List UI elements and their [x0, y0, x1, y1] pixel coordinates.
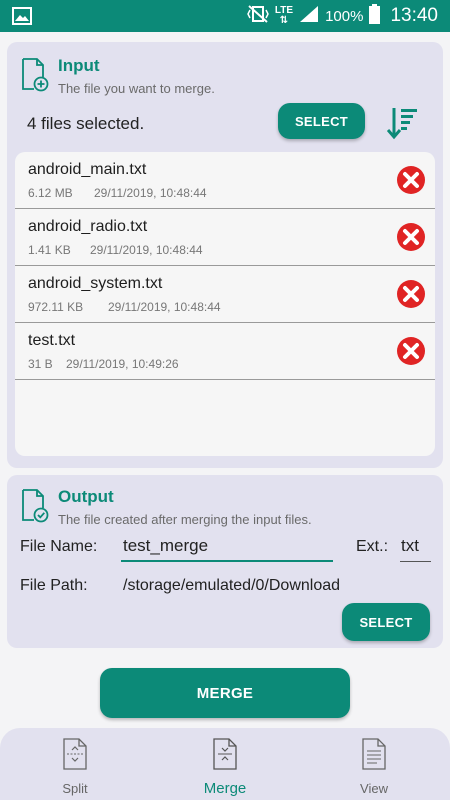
files-selected-count: 4 files selected.	[27, 114, 145, 133]
file-size: 1.41 KB	[28, 243, 71, 257]
input-card: Input The file you want to merge. 4 file…	[7, 42, 443, 468]
ext-input[interactable]: txt	[400, 530, 431, 562]
file-name: android_radio.txt	[28, 218, 148, 235]
vibrate-icon	[247, 4, 269, 28]
file-name-label: File Name:	[20, 538, 98, 555]
file-date: 29/11/2019, 10:48:44	[94, 186, 207, 200]
remove-file-icon[interactable]	[396, 279, 426, 309]
file-path-value: /storage/emulated/0/Download	[123, 577, 341, 594]
file-name: test.txt	[28, 332, 76, 349]
file-size: 31 B	[28, 357, 53, 371]
gallery-notification-icon	[12, 7, 32, 30]
select-input-button[interactable]: SELECT	[278, 103, 365, 139]
file-date: 29/11/2019, 10:48:44	[90, 243, 203, 257]
status-bar: LTE ⇅ 100% 13:40	[0, 0, 450, 32]
nav-merge[interactable]: Merge	[175, 736, 275, 797]
file-size: 6.12 MB	[28, 186, 73, 200]
lte-indicator: LTE ⇅	[274, 5, 294, 26]
file-row[interactable]: android_main.txt 6.12 MB 29/11/2019, 10:…	[15, 152, 435, 209]
remove-file-icon[interactable]	[396, 222, 426, 252]
input-subtitle: The file you want to merge.	[58, 81, 215, 96]
ext-label: Ext.:	[356, 538, 389, 555]
add-file-icon	[21, 58, 49, 97]
file-list: android_main.txt 6.12 MB 29/11/2019, 10:…	[15, 152, 435, 456]
nav-view[interactable]: View	[324, 736, 424, 796]
file-date: 29/11/2019, 10:49:26	[66, 357, 179, 371]
select-output-button[interactable]: SELECT	[342, 603, 430, 641]
file-size: 972.11 KB	[28, 300, 84, 314]
file-row[interactable]: android_system.txt 972.11 KB 29/11/2019,…	[15, 266, 435, 323]
output-file-check-icon	[21, 489, 49, 528]
file-name: android_system.txt	[28, 275, 163, 292]
file-row[interactable]: android_radio.txt 1.41 KB 29/11/2019, 10…	[15, 209, 435, 266]
output-subtitle: The file created after merging the input…	[58, 512, 312, 527]
nav-label: View	[360, 781, 388, 796]
file-name-input[interactable]: test_merge	[121, 530, 333, 562]
nav-label: Split	[62, 781, 88, 796]
remove-file-icon[interactable]	[396, 165, 426, 195]
nav-split[interactable]: Split	[25, 736, 125, 796]
nav-label: Merge	[203, 780, 247, 797]
input-title: Input	[58, 56, 100, 75]
merge-button[interactable]: MERGE	[100, 668, 350, 718]
clock: 13:40	[390, 5, 438, 26]
merge-file-icon	[213, 738, 237, 775]
file-date: 29/11/2019, 10:48:44	[108, 300, 221, 314]
file-path-label: File Path:	[20, 577, 88, 594]
battery-icon	[369, 3, 381, 29]
view-file-icon	[362, 738, 386, 775]
output-card: Output The file created after merging th…	[7, 475, 443, 648]
signal-icon	[299, 5, 319, 28]
bottom-navigation: Split Merge View	[0, 728, 450, 800]
battery-percent: 100%	[325, 7, 364, 25]
split-file-icon	[63, 738, 87, 775]
file-row[interactable]: test.txt 31 B 29/11/2019, 10:49:26	[15, 323, 435, 380]
file-name: android_main.txt	[28, 161, 147, 178]
remove-file-icon[interactable]	[396, 336, 426, 366]
output-title: Output	[58, 487, 114, 506]
sort-icon[interactable]	[386, 106, 419, 145]
